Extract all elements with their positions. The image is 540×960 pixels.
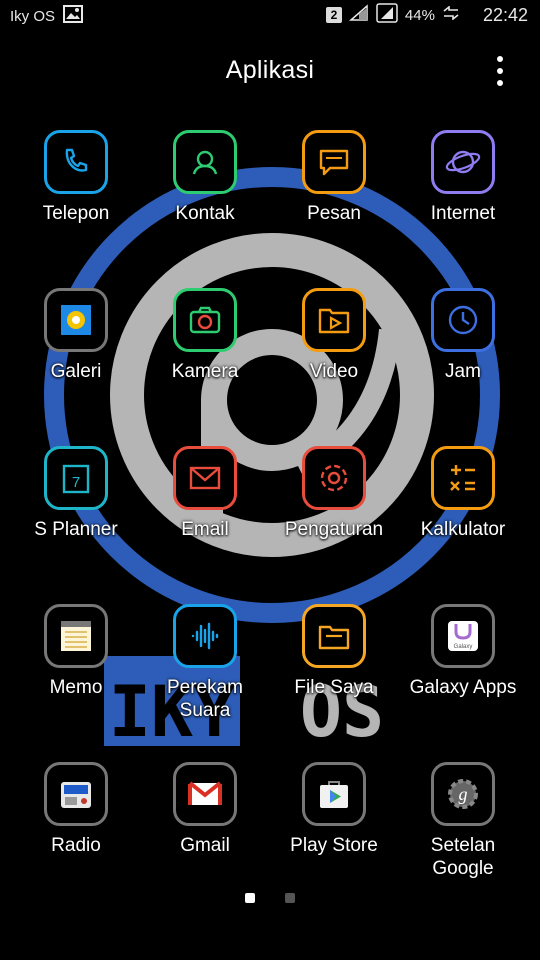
app-jam[interactable]: Jam (399, 288, 527, 383)
clock-icon (431, 288, 495, 352)
app-label: Jam (445, 361, 481, 382)
app-gmail[interactable]: Gmail (141, 762, 269, 857)
clock-time: 22:42 (482, 4, 528, 25)
play-store-icon (302, 762, 366, 826)
app-label: Play Store (290, 835, 378, 856)
app-video[interactable]: Video (270, 288, 398, 383)
app-radio[interactable]: Radio (12, 762, 140, 857)
gallery-icon (44, 288, 108, 352)
carrier-label: Iky OS (10, 7, 56, 25)
signal-icon-2 (376, 3, 398, 27)
app-label: Galeri (50, 361, 102, 382)
app-kamera[interactable]: Kamera (141, 288, 269, 383)
galaxy-apps-icon: Galaxy (431, 604, 495, 668)
internet-icon (431, 130, 495, 194)
app-s-planner[interactable]: 7 S Planner (12, 446, 140, 541)
app-perekam-suara[interactable]: Perekam Suara (141, 604, 269, 722)
voice-recorder-icon (173, 604, 237, 668)
app-label: S Planner (34, 519, 118, 540)
gallery-notification-icon (63, 5, 84, 27)
app-label: Pengaturan (284, 519, 384, 540)
app-label: Internet (430, 203, 496, 224)
svg-text:Galaxy: Galaxy (454, 644, 473, 650)
app-kontak[interactable]: Kontak (141, 130, 269, 225)
app-file-saya[interactable]: File Saya (270, 604, 398, 699)
app-label: Gmail (180, 835, 230, 856)
more-options-button[interactable] (490, 56, 510, 86)
page-dot-2[interactable] (285, 893, 295, 903)
app-label: Memo (49, 677, 103, 698)
app-label: Kontak (175, 203, 235, 224)
camera-icon (173, 288, 237, 352)
phone-icon (44, 130, 108, 194)
memo-icon (44, 604, 108, 668)
svg-text:7: 7 (72, 474, 80, 491)
app-label: Setelan Google (430, 835, 496, 879)
app-internet[interactable]: Internet (399, 130, 527, 225)
google-settings-icon: g (431, 762, 495, 826)
app-play-store[interactable]: Play Store (270, 762, 398, 857)
calculator-icon (431, 446, 495, 510)
signal-icon (348, 4, 369, 26)
more-options-icon (497, 56, 503, 62)
page-title: Aplikasi (225, 56, 315, 84)
app-label: Galaxy Apps (409, 677, 517, 698)
app-label: File Saya (294, 677, 374, 698)
app-telepon[interactable]: Telepon (12, 130, 140, 225)
folder-icon (302, 604, 366, 668)
app-label: Perekam Suara (166, 677, 244, 721)
page-dot-1[interactable] (245, 893, 255, 903)
email-icon (173, 446, 237, 510)
app-label: Telepon (42, 203, 110, 224)
calendar-icon: 7 (44, 446, 108, 510)
app-label: Radio (51, 835, 101, 856)
page-indicator (0, 893, 540, 903)
battery-percent: 44% (404, 6, 435, 24)
app-galeri[interactable]: Galeri (12, 288, 140, 383)
app-galaxy-apps[interactable]: Galaxy Galaxy Apps (399, 604, 527, 699)
app-drawer-header: Aplikasi (0, 52, 540, 92)
status-bar: Iky OS 2 44% 22:42 (0, 0, 540, 30)
app-memo[interactable]: Memo (12, 604, 140, 699)
data-sync-icon (442, 5, 460, 24)
radio-icon (44, 762, 108, 826)
app-setelan-google[interactable]: g Setelan Google (399, 762, 527, 880)
video-icon (302, 288, 366, 352)
app-email[interactable]: Email (141, 446, 269, 541)
svg-text:g: g (459, 784, 468, 804)
app-label: Kalkulator (420, 519, 506, 540)
app-label: Kamera (171, 361, 239, 382)
app-kalkulator[interactable]: Kalkulator (399, 446, 527, 541)
app-label: Video (309, 361, 359, 382)
app-pesan[interactable]: Pesan (270, 130, 398, 225)
gmail-icon (173, 762, 237, 826)
settings-icon (302, 446, 366, 510)
app-label: Pesan (307, 203, 361, 224)
message-icon (302, 130, 366, 194)
sim-slot-badge: 2 (325, 7, 342, 23)
app-pengaturan[interactable]: Pengaturan (270, 446, 398, 541)
app-label: Email (181, 519, 229, 540)
contacts-icon (173, 130, 237, 194)
